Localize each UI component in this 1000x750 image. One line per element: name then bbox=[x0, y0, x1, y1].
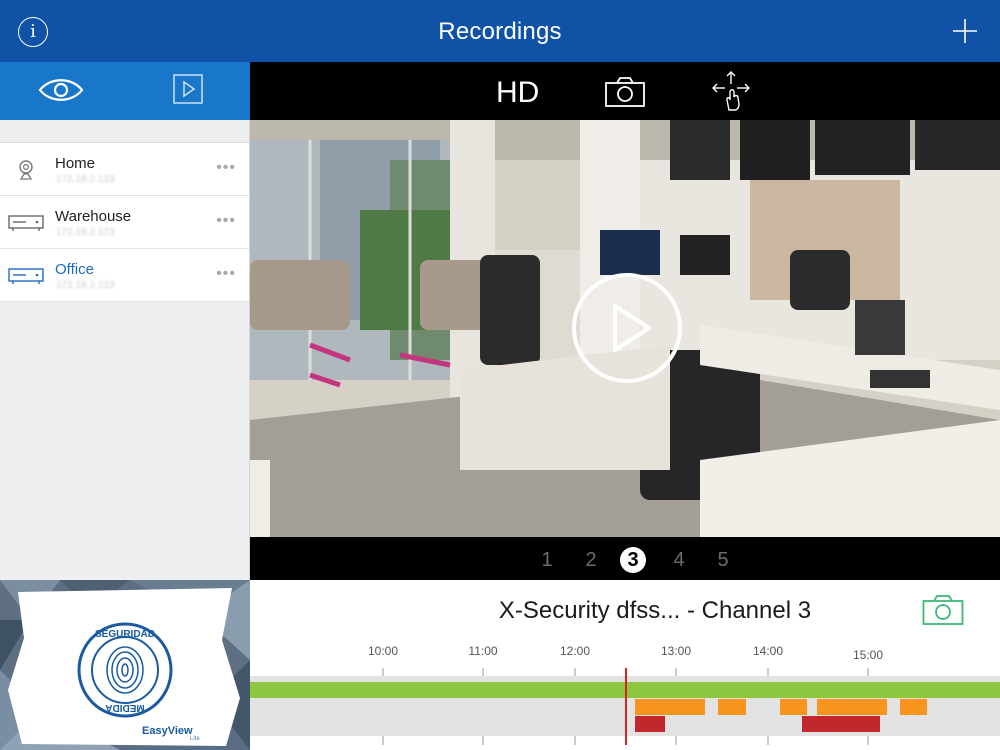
device-ip: 172.18.2.123 bbox=[56, 227, 115, 238]
seal-bottom-text: MEDIDA bbox=[105, 702, 144, 713]
fingerprint-seal-icon: SEGURIDAD MEDIDA bbox=[77, 622, 173, 718]
channel-2-button[interactable]: 2 bbox=[578, 547, 604, 573]
channel-5-button[interactable]: 5 bbox=[710, 547, 736, 573]
more-options-icon[interactable]: ••• bbox=[216, 265, 236, 283]
device-ip: 172.18.2.123 bbox=[56, 174, 115, 185]
brand-logo-panel: SEGURIDAD MEDIDA EasyView Lite bbox=[0, 580, 250, 750]
snapshot-camera-icon[interactable] bbox=[605, 77, 645, 107]
app-header: i Recordings bbox=[0, 0, 1000, 62]
device-name: Office bbox=[55, 261, 94, 278]
ptz-control-icon[interactable] bbox=[711, 70, 751, 112]
motion-events bbox=[635, 699, 927, 715]
device-name: Home bbox=[55, 155, 96, 172]
timeline-panel: X-Security dfss... - Channel 3 10:00 11:… bbox=[250, 580, 1000, 750]
device-name: Warehouse bbox=[55, 208, 132, 225]
channel-1-button[interactable]: 1 bbox=[534, 547, 560, 573]
hd-toggle-button[interactable]: HD bbox=[496, 76, 539, 110]
player-toolbar: HD bbox=[250, 62, 1000, 120]
channel-selector: 1 2 3 4 5 bbox=[250, 537, 1000, 580]
play-overlay-icon[interactable] bbox=[571, 272, 683, 384]
device-item-home[interactable]: Home 172.18.2.123 ••• bbox=[0, 143, 249, 196]
add-icon[interactable] bbox=[952, 18, 978, 44]
dvr-icon bbox=[8, 268, 44, 284]
device-item-warehouse[interactable]: Warehouse 172.18.2.123 ••• bbox=[0, 196, 249, 249]
playback-icon[interactable] bbox=[173, 74, 203, 104]
page-title: Recordings bbox=[438, 18, 562, 45]
channel-4-button[interactable]: 4 bbox=[666, 547, 692, 573]
device-item-office[interactable]: Office 172.18.2.123 ••• bbox=[0, 249, 249, 302]
live-view-eye-icon[interactable] bbox=[38, 74, 84, 106]
dvr-icon bbox=[8, 215, 44, 231]
channel-3-button[interactable]: 3 bbox=[620, 547, 646, 573]
brand-name: EasyView Lite bbox=[142, 725, 200, 742]
device-sidebar: Home 172.18.2.123 ••• Warehouse 172.18.2… bbox=[0, 120, 250, 580]
more-options-icon[interactable]: ••• bbox=[216, 212, 236, 230]
device-ip: 172.18.2.123 bbox=[56, 280, 115, 291]
device-list: Home 172.18.2.123 ••• Warehouse 172.18.2… bbox=[0, 142, 249, 302]
timeline-track[interactable] bbox=[250, 580, 1000, 750]
camera-icon bbox=[19, 160, 33, 180]
seal-top-text: SEGURIDAD bbox=[95, 629, 155, 640]
sidebar-tabs bbox=[0, 62, 250, 120]
more-options-icon[interactable]: ••• bbox=[216, 159, 236, 177]
video-preview[interactable] bbox=[250, 120, 1000, 537]
